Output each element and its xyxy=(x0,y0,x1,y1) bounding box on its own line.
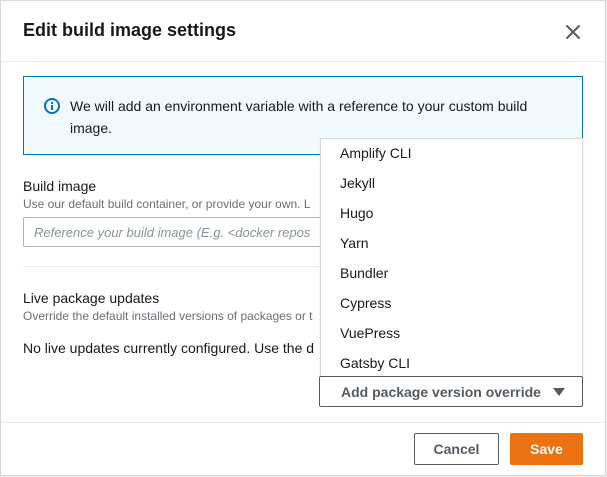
edit-build-image-modal: Edit build image settings We will add an… xyxy=(0,0,606,476)
save-button[interactable]: Save xyxy=(510,433,583,465)
info-alert-text: We will add an environment variable with… xyxy=(70,98,528,136)
dropdown-item-gatsby-cli[interactable]: Gatsby CLI xyxy=(321,349,582,379)
build-image-label: Build image xyxy=(23,178,97,194)
package-dropdown-menu: Amplify CLI Jekyll Hugo Yarn Bundler Cyp… xyxy=(320,138,583,377)
modal-title: Edit build image settings xyxy=(23,20,237,40)
modal-footer: Cancel Save xyxy=(1,422,605,477)
dropdown-item-bundler[interactable]: Bundler xyxy=(321,259,582,289)
caret-down-icon xyxy=(553,388,565,396)
dropdown-item-yarn[interactable]: Yarn xyxy=(321,229,582,259)
dropdown-item-hugo[interactable]: Hugo xyxy=(321,199,582,229)
dropdown-item-vuepress[interactable]: VuePress xyxy=(321,319,582,349)
add-package-version-override-button[interactable]: Add package version override xyxy=(319,376,583,407)
no-live-updates-text: No live updates currently configured. Us… xyxy=(23,340,315,356)
build-image-description: Use our default build container, or prov… xyxy=(23,197,311,211)
modal-header: Edit build image settings xyxy=(1,1,605,62)
live-package-updates-label: Live package updates xyxy=(23,290,160,306)
live-package-updates-description: Override the default installed versions … xyxy=(23,309,313,323)
dropdown-item-jekyll[interactable]: Jekyll xyxy=(321,169,582,199)
dropdown-item-amplify-cli[interactable]: Amplify CLI xyxy=(321,139,582,169)
override-button-label: Add package version override xyxy=(341,384,541,400)
close-icon[interactable] xyxy=(561,20,585,44)
cancel-button[interactable]: Cancel xyxy=(414,433,499,465)
dropdown-item-cypress[interactable]: Cypress xyxy=(321,289,582,319)
info-icon xyxy=(44,98,60,114)
